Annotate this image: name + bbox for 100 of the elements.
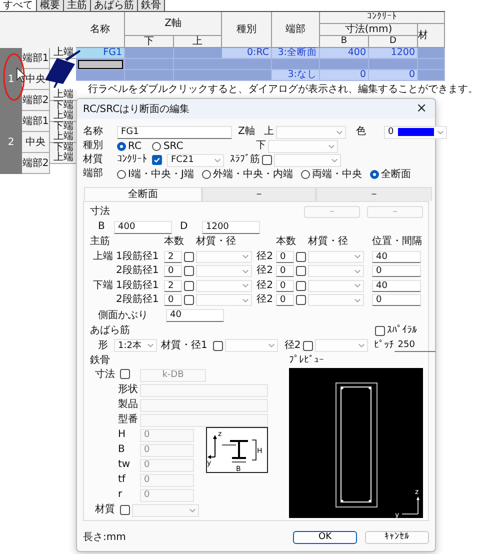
position-field[interactable]: 0 (372, 294, 421, 306)
column-header: 本数 (276, 236, 297, 248)
row-label[interactable]: 端部1 (22, 48, 50, 69)
upper-select[interactable] (276, 126, 346, 138)
caption-text: 行ラベルをダブルクリックすると、ダイアログが表示され、編集することができます。 (88, 83, 478, 97)
tab[interactable]: － (316, 187, 432, 201)
field-label: 主筋 (90, 236, 111, 248)
units-label: 長さ:mm (83, 532, 126, 544)
field-label: 2段筋径1 (116, 265, 160, 278)
sheet-tab[interactable]: すべて (0, 0, 37, 11)
sheet-tab[interactable]: 鉄骨 (138, 0, 165, 11)
tab[interactable]: － (202, 187, 316, 201)
checkbox[interactable] (152, 155, 162, 165)
color-select[interactable]: 0 (384, 126, 447, 138)
field-label: 径2 (256, 280, 274, 292)
row-label[interactable]: 上端 (50, 153, 77, 164)
checkbox[interactable] (120, 368, 130, 378)
radio-button[interactable]: 外端・中央・内端 (202, 167, 293, 181)
field-label: ﾌﾟﾚﾋﾞｭｰ (289, 354, 324, 366)
checkbox[interactable] (296, 252, 306, 262)
checkbox[interactable] (262, 155, 272, 165)
row-label[interactable]: 端部2 (22, 153, 50, 174)
count-field[interactable]: 2 (164, 250, 182, 263)
column-header: Z軸 (125, 12, 222, 36)
table-cell (418, 59, 445, 70)
checkbox[interactable] (213, 340, 224, 350)
column-header: 材質・径 (307, 236, 349, 248)
radio-button[interactable]: 両端・中央 (300, 167, 362, 181)
row-label[interactable]: 端部1 (22, 111, 50, 132)
checkbox[interactable] (184, 295, 194, 306)
row-label[interactable]: 中央 (22, 132, 50, 153)
table-cell: 0 (320, 70, 369, 81)
count-field[interactable]: 0 (276, 280, 294, 292)
table-cell: FG1 (76, 48, 125, 59)
radio-button[interactable]: RC (117, 140, 142, 152)
field-label: 1段筋径1 (116, 250, 160, 263)
steel-field[interactable] (140, 414, 268, 426)
count-field[interactable]: 0 (164, 265, 182, 278)
column-header: ｺﾝｸﾘｰﾄ (320, 12, 445, 24)
chevron-icon (328, 144, 335, 148)
column-header: 材質・径 (195, 236, 237, 248)
radio-button[interactable]: 全断面 (370, 167, 411, 181)
close-button[interactable]: × (412, 102, 431, 116)
chevron-icon (268, 343, 276, 348)
checkbox[interactable] (184, 252, 194, 262)
table-cell (418, 70, 445, 81)
position-field[interactable]: 40 (372, 250, 421, 263)
radio-button[interactable]: I端・中央・J端 (117, 167, 194, 181)
tab[interactable]: 全断面 (84, 187, 202, 201)
column-header: 位置・間隔 (372, 236, 421, 248)
checkbox[interactable] (120, 505, 130, 515)
table-cell (320, 59, 369, 70)
radio-button[interactable]: SRC (152, 140, 184, 152)
count-field[interactable]: 0 (276, 265, 294, 278)
position-field[interactable]: 0 (372, 265, 421, 278)
count-field[interactable]: 0 (164, 294, 182, 306)
depth-field[interactable]: 1200 (202, 220, 260, 234)
field-label: 径2 (256, 294, 274, 306)
pitch-field[interactable]: 250 (394, 339, 436, 352)
field-label: 1段筋径1 (116, 280, 160, 292)
count-field[interactable]: 0 (276, 294, 294, 306)
checkbox[interactable] (302, 340, 313, 350)
chevron-icon (354, 298, 361, 303)
chevron-icon (214, 158, 221, 162)
cover-field[interactable]: 40 (166, 309, 224, 322)
row-label[interactable]: 上端 (50, 132, 77, 143)
position-field[interactable]: 40 (372, 280, 421, 292)
count-field[interactable]: 0 (276, 250, 294, 263)
row-label[interactable]: 上端 (50, 90, 77, 101)
chevron-icon (336, 130, 343, 134)
field-label: 名称 (83, 126, 104, 138)
checkbox[interactable] (184, 280, 194, 291)
width-field[interactable]: 400 (114, 220, 172, 234)
field-label: 上端 (93, 250, 113, 263)
checkbox[interactable] (184, 266, 194, 276)
field-label: ｽﾊﾟｲﾗﾙ (387, 324, 417, 336)
field-label: 色 (356, 126, 367, 138)
concrete-select[interactable]: FC21 (167, 154, 224, 166)
row-label[interactable]: 端部2 (22, 90, 50, 111)
checkbox[interactable] (296, 280, 306, 291)
cancel-button[interactable]: ｷｬﾝｾﾙ (365, 531, 429, 544)
table-cell: 3:全断面 (272, 48, 320, 59)
checkbox[interactable] (375, 326, 385, 336)
field-label: B (118, 444, 126, 456)
count-field[interactable]: 2 (164, 280, 182, 292)
shape-select[interactable]: 1:2本 (114, 339, 157, 352)
field-label: ｽﾗﾌﾞ筋 (230, 154, 260, 166)
name-field[interactable]: FG1 (117, 126, 232, 138)
field-label: ｺﾝｸﾘｰﾄ (117, 154, 147, 166)
chevron-icon (147, 343, 154, 348)
checkbox[interactable] (296, 266, 306, 276)
column-header: 寸法(mm) (320, 24, 418, 36)
sheet-tab[interactable]: あばら筋 (91, 0, 138, 11)
row-number[interactable]: 2 (0, 111, 22, 174)
sheet-tab[interactable]: 概要 (37, 0, 64, 11)
ok-button[interactable]: OK (293, 531, 357, 544)
field-label: tw (118, 459, 132, 471)
checkbox[interactable] (296, 295, 306, 306)
table-cell: 3:なし (272, 70, 320, 81)
row-label[interactable]: 上端 (50, 111, 77, 122)
